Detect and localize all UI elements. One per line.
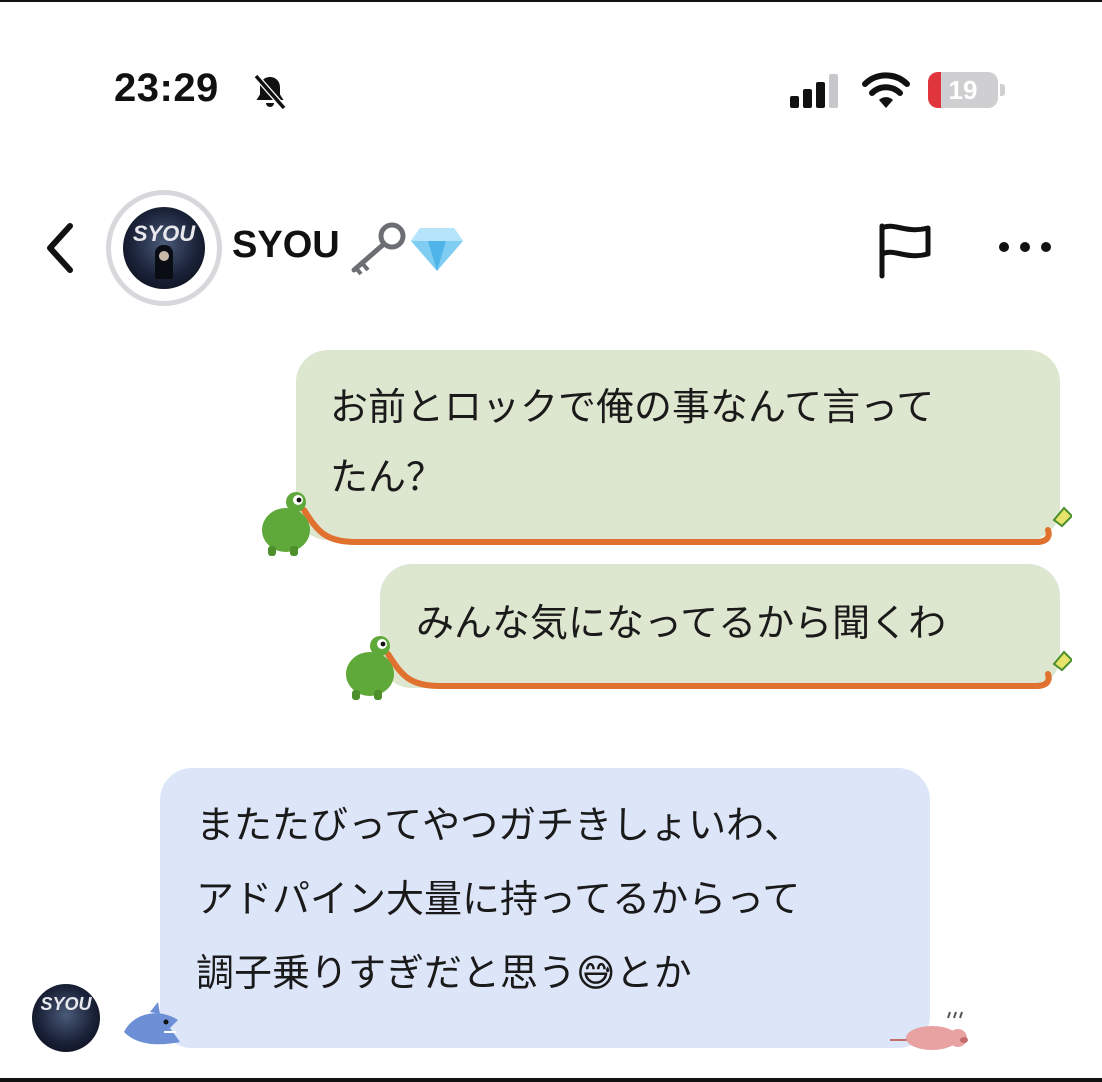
message-text: 調子乗りすぎだと思う xyxy=(196,951,577,995)
message-text-tail: とか xyxy=(615,951,692,995)
sweat-smile-emoji: 😅 xyxy=(576,951,616,995)
frog-tongue-decoration-icon xyxy=(346,636,1072,700)
avatar-logo-text: SYOU xyxy=(40,994,92,1014)
bell-slash-icon xyxy=(253,74,287,110)
message-bubble-incoming[interactable]: またたびってやつガチきしょいわ、 アドパイン大量に持ってるからって 調子乗りすぎ… xyxy=(160,768,930,1048)
avatar-image: SYOU xyxy=(123,207,205,289)
status-time: 23:29 xyxy=(114,66,219,110)
message-line: アドパイン大量に持ってるからって xyxy=(196,877,801,921)
avatar-logo-text: SYOU xyxy=(132,221,196,246)
contact-avatar[interactable]: SYOU xyxy=(106,190,222,306)
flag-icon[interactable] xyxy=(874,220,934,280)
frog-tongue-decoration-icon xyxy=(262,492,1072,556)
pig-decoration-icon xyxy=(890,1011,968,1050)
bottom-border xyxy=(0,1078,1102,1082)
avatar-face xyxy=(159,251,169,261)
back-chevron-icon[interactable] xyxy=(40,220,80,276)
battery-level: 19 xyxy=(948,75,978,105)
sender-avatar[interactable]: SYOU xyxy=(32,984,100,1052)
top-border xyxy=(0,0,1102,2)
gem-emoji xyxy=(411,228,463,271)
shark-decoration-icon xyxy=(124,1002,180,1045)
wifi-icon xyxy=(862,72,910,108)
battery-icon: 19 xyxy=(928,72,1006,110)
key-emoji xyxy=(351,222,406,276)
message-line: お前とロックで俺の事なんて言って xyxy=(330,385,935,429)
message-line: またたびってやつガチきしょいわ、 xyxy=(196,803,803,847)
contact-name[interactable]: SYOU xyxy=(232,224,340,267)
message-line-last: 調子乗りすぎだと思う😅とか xyxy=(196,938,692,1008)
cellular-signal-icon xyxy=(790,74,838,108)
more-icon[interactable] xyxy=(996,232,1054,262)
battery-tip xyxy=(1000,84,1005,96)
